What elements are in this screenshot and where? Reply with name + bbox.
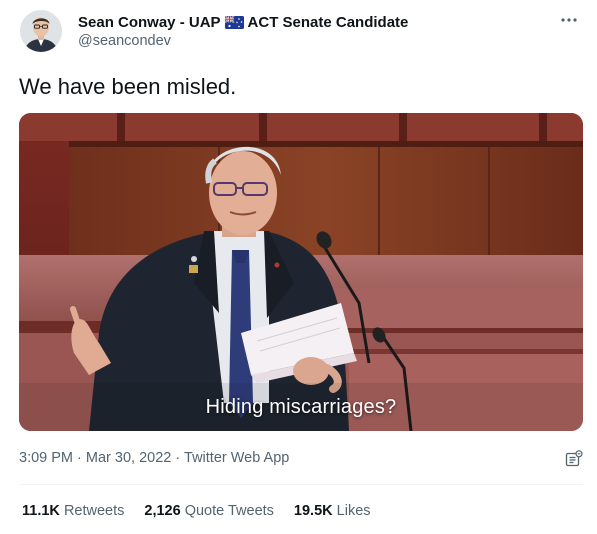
quote-tweets-stat[interactable]: 2,126 Quote Tweets: [144, 503, 274, 519]
likes-count: 19.5K: [293, 503, 333, 519]
analytics-button[interactable]: [565, 450, 583, 468]
quote-tweets-label: Quote Tweets: [184, 503, 274, 519]
more-dots-icon: [561, 18, 577, 22]
more-options-button[interactable]: [559, 12, 579, 28]
meta-separator-2: ·: [175, 450, 181, 466]
video-player[interactable]: Hiding miscarriages?: [19, 113, 583, 431]
retweets-count: 11.1K: [22, 503, 60, 519]
likes-stat[interactable]: 19.5K Likes: [294, 503, 371, 519]
meta-separator: ·: [77, 450, 82, 466]
author-name-row[interactable]: Sean Conway - UAP ACT Senate Candidate: [78, 12, 408, 32]
divider: [19, 484, 583, 485]
tweet-time-link[interactable]: 3:09 PM: [19, 450, 73, 466]
video-caption: Hiding miscarriages?: [205, 396, 397, 418]
retweets-label: Retweets: [63, 503, 125, 519]
video-frame: [19, 113, 583, 431]
avatar[interactable]: [20, 10, 62, 52]
tweet-timestamp-row: 3:09 PM · Mar 30, 2022 · Twitter Web App: [19, 450, 289, 466]
author-name[interactable]: Sean Conway - UAP: [78, 14, 221, 31]
tweet-card: Sean Conway - UAP ACT Senate Candidate @…: [0, 0, 597, 534]
quote-tweets-count: 2,126: [144, 503, 181, 519]
analytics-icon: [565, 450, 583, 467]
tweet-date: Mar 30, 2022: [85, 450, 172, 466]
tweet-date-link[interactable]: Mar 30, 2022: [86, 450, 171, 466]
tweet-time: 3:09 PM: [19, 450, 73, 466]
engagement-stats: 11.1K Retweets 2,126 Quote Tweets 19.5K …: [22, 503, 371, 519]
likes-label: Likes: [336, 503, 371, 519]
tweet-text: We have been misled.: [19, 74, 237, 99]
author-handle[interactable]: @seancondev: [78, 33, 171, 49]
retweets-stat[interactable]: 11.1K Retweets: [22, 503, 124, 519]
tweet-source: Twitter Web App: [184, 450, 290, 466]
avatar-image: [20, 10, 62, 52]
tweet-source-link[interactable]: Twitter Web App: [184, 450, 289, 466]
author-name-suffix[interactable]: ACT Senate Candidate: [248, 14, 409, 31]
australia-flag-icon: [224, 15, 244, 29]
